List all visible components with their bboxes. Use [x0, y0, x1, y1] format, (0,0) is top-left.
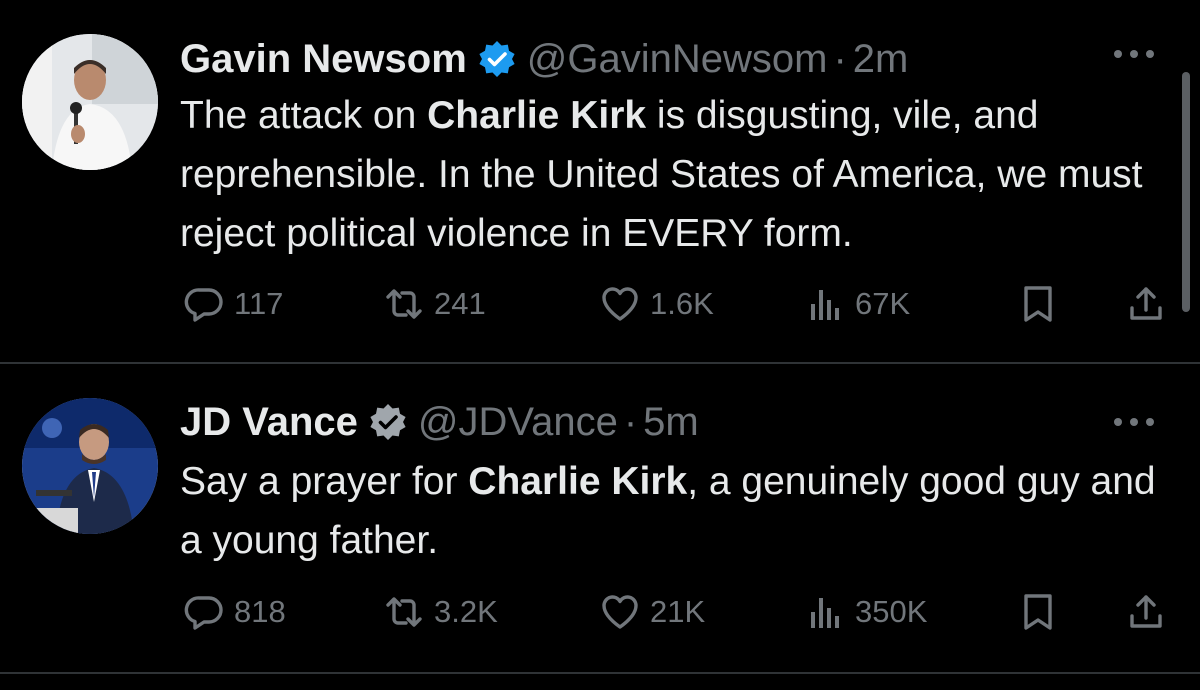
avatar[interactable]: [22, 34, 158, 170]
timestamp[interactable]: 2m: [853, 36, 909, 82]
views-icon: [811, 290, 839, 320]
repost-count: 3.2K: [434, 594, 498, 629]
separator-dot: ·: [623, 400, 638, 444]
author-name[interactable]: JD Vance: [180, 399, 358, 445]
share-icon: [1130, 287, 1162, 320]
bookmark-button[interactable]: [1018, 284, 1058, 324]
views-icon: [811, 598, 839, 628]
repost-button[interactable]: 241: [384, 284, 486, 324]
tweet-header: JD Vance @JDVance · 5m: [180, 399, 699, 445]
avatar[interactable]: [22, 398, 158, 534]
tweet[interactable]: Gavin Newsom @GavinNewsom · 2m The attac…: [0, 0, 1200, 362]
action-bar: 117 241 1.6K 67K: [0, 284, 1200, 324]
verified-badge-icon[interactable]: [368, 402, 408, 442]
verified-badge-icon[interactable]: [477, 39, 517, 79]
avatar-image: [22, 398, 158, 534]
author-handle[interactable]: @JDVance: [418, 399, 618, 445]
like-button[interactable]: 1.6K: [600, 284, 714, 324]
avatar-image: [22, 34, 158, 170]
share-button[interactable]: [1126, 592, 1166, 632]
author-name[interactable]: Gavin Newsom: [180, 36, 467, 82]
reply-icon: [184, 288, 223, 322]
tweet-header: Gavin Newsom @GavinNewsom · 2m: [180, 36, 908, 82]
author-handle[interactable]: @GavinNewsom: [527, 36, 828, 82]
timestamp[interactable]: 5m: [643, 399, 699, 445]
tweet-text-segment: Say a prayer for: [180, 460, 469, 503]
separator-dot: ·: [833, 37, 847, 81]
scrollbar[interactable]: [1182, 72, 1190, 312]
timeline-feed: Gavin Newsom @GavinNewsom · 2m The attac…: [0, 0, 1200, 690]
reply-button[interactable]: 117: [184, 284, 283, 324]
bookmark-button[interactable]: [1018, 592, 1058, 632]
tweet-text: Say a prayer for Charlie Kirk, a genuine…: [180, 452, 1170, 570]
tweet-text-mention-bold: Charlie Kirk: [427, 94, 647, 137]
reply-icon: [184, 596, 223, 630]
views-button[interactable]: 67K: [805, 284, 910, 324]
like-button[interactable]: 21K: [600, 592, 705, 632]
repost-button[interactable]: 3.2K: [384, 592, 498, 632]
views-count: 67K: [855, 286, 911, 321]
divider: [0, 672, 1200, 674]
tweet-text-segment: The attack on: [180, 94, 428, 137]
divider: [0, 362, 1200, 364]
tweet-text: The attack on Charlie Kirk is disgusting…: [180, 86, 1170, 263]
like-icon: [602, 287, 638, 321]
views-count: 350K: [855, 594, 928, 629]
repost-count: 241: [434, 286, 486, 321]
more-icon[interactable]: [1114, 414, 1154, 430]
like-count: 21K: [650, 594, 706, 629]
reply-count: 117: [234, 286, 284, 321]
more-icon[interactable]: [1114, 46, 1154, 62]
reply-button[interactable]: 818: [184, 592, 286, 632]
bookmark-icon: [1024, 594, 1052, 630]
tweet-text-mention-bold: Charlie Kirk: [468, 460, 688, 503]
like-icon: [602, 595, 638, 629]
views-button[interactable]: 350K: [805, 592, 927, 632]
repost-icon: [386, 289, 422, 319]
like-count: 1.6K: [650, 286, 714, 321]
bookmark-icon: [1024, 286, 1052, 322]
share-button[interactable]: [1126, 284, 1166, 324]
share-icon: [1130, 595, 1162, 628]
tweet[interactable]: JD Vance @JDVance · 5m Say a prayer for …: [0, 366, 1200, 672]
repost-icon: [386, 597, 422, 627]
action-bar: 818 3.2K 21K 350K: [0, 592, 1200, 632]
reply-count: 818: [234, 594, 286, 629]
